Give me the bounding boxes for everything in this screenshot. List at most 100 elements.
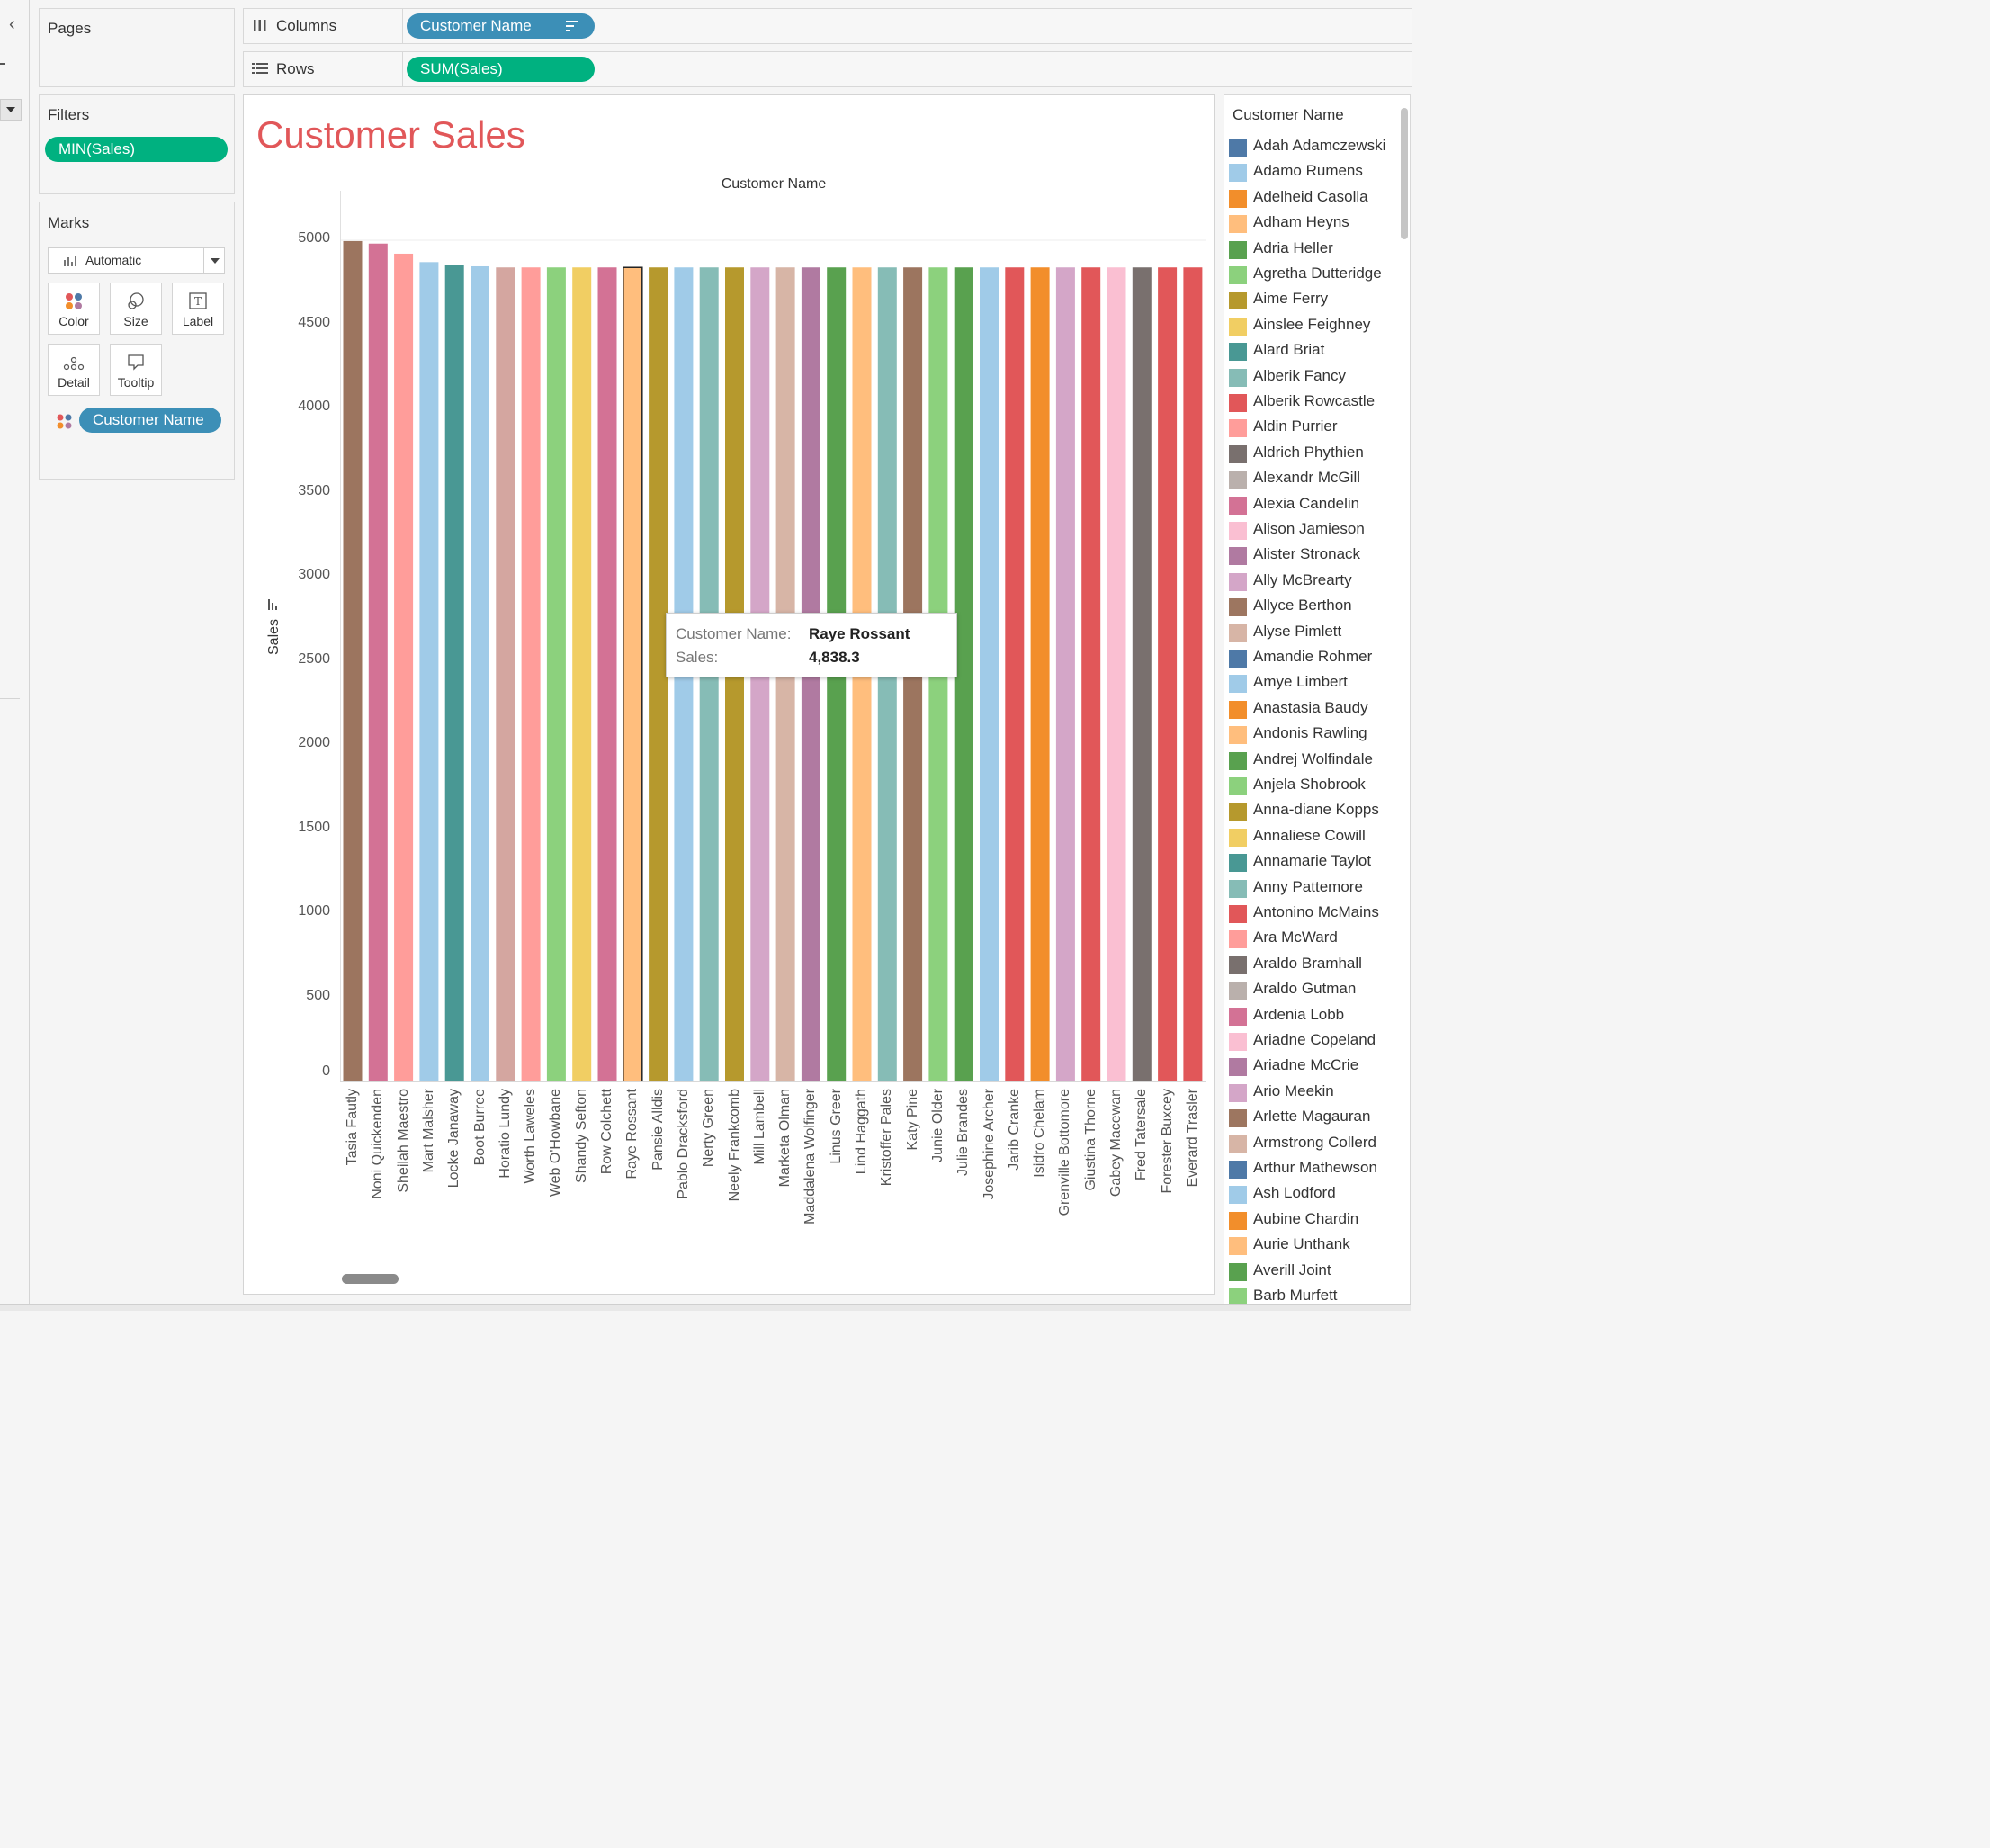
bar[interactable]	[394, 253, 414, 1082]
legend-swatch	[1229, 854, 1247, 873]
bar[interactable]	[471, 265, 489, 1081]
legend-scrollbar[interactable]	[1401, 108, 1408, 239]
legend-swatch	[1229, 444, 1247, 463]
legend-swatch	[1229, 419, 1247, 438]
marks-tooltip-button[interactable]: Tooltip	[110, 344, 162, 396]
legend-item-label: Aime Ferry	[1253, 290, 1329, 308]
legend-swatch	[1229, 905, 1247, 923]
marks-panel: Marks Automatic Color Size T Label Detai…	[39, 202, 235, 480]
tooltip-name-value: Raye Rossant	[809, 625, 910, 642]
bar[interactable]	[368, 243, 388, 1081]
marks-detail-button[interactable]: Detail	[48, 344, 100, 396]
x-tick-label: Forester Buxcey	[1159, 1089, 1175, 1194]
marks-color-button[interactable]: Color	[48, 283, 100, 335]
x-tick-label: Isidro Chelam	[1032, 1089, 1048, 1178]
legend-swatch	[1229, 803, 1247, 821]
legend-item-label: Alberik Rowcastle	[1253, 392, 1376, 409]
chevron-down-icon[interactable]	[211, 258, 220, 264]
columns-customer-name-pill[interactable]: Customer Name	[407, 13, 595, 39]
y-tick-label: 2500	[298, 650, 330, 667]
color-customer-name-pill[interactable]: Customer Name	[79, 408, 221, 433]
legend-item-label: Antonino McMains	[1253, 903, 1379, 920]
label-button-label: Label	[182, 314, 214, 328]
legend-swatch	[1229, 982, 1247, 1000]
bar[interactable]	[1132, 267, 1152, 1081]
legend-swatch	[1229, 1262, 1247, 1281]
bar[interactable]	[1183, 267, 1203, 1081]
bar[interactable]	[444, 265, 464, 1081]
filter-pill-min-sales[interactable]: MIN(Sales)	[45, 137, 228, 162]
bar[interactable]	[521, 267, 541, 1081]
legend-item-label: Annaliese Cowill	[1253, 826, 1366, 844]
x-tick-label: Maddalena Wolfinger	[802, 1089, 819, 1225]
size-button-label: Size	[123, 314, 148, 328]
collapse-chevron-icon[interactable]: ‹	[9, 14, 15, 35]
detail-button-label: Detail	[58, 375, 90, 390]
legend-swatch	[1229, 751, 1247, 770]
bar[interactable]	[1081, 267, 1101, 1081]
columns-shelf: Columns Customer Name	[243, 8, 1412, 44]
legend-item-label: Averill Joint	[1253, 1260, 1331, 1278]
bar[interactable]	[1158, 267, 1178, 1081]
y-tick-label: 500	[306, 987, 330, 1003]
select-divider	[203, 248, 204, 273]
bar[interactable]	[496, 267, 515, 1081]
x-tick-label: Gabey Macewan	[1108, 1089, 1124, 1198]
bar[interactable]	[572, 267, 592, 1081]
marks-title: Marks	[48, 214, 90, 231]
legend-item-label: Alexandr McGill	[1253, 469, 1361, 487]
legend-item-label: Alberik Fancy	[1253, 366, 1346, 384]
legend-item-label: Agretha Dutteridge	[1253, 265, 1382, 282]
marks-size-button[interactable]: Size	[110, 283, 162, 335]
bar[interactable]	[419, 262, 439, 1081]
color-dots-icon	[66, 293, 82, 309]
legend-item-label: Aldin Purrier	[1253, 417, 1338, 435]
tooltip-button-label: Tooltip	[117, 375, 155, 390]
pages-panel[interactable]: Pages	[39, 8, 235, 87]
mark-type-select[interactable]: Automatic	[48, 247, 225, 274]
color-legend[interactable]: Customer Name Adah Adamczewski Adamo Rume…	[1224, 94, 1411, 1310]
horizontal-scrollbar[interactable]	[342, 1269, 1206, 1288]
x-tick-label: Shandy Sefton	[573, 1089, 589, 1183]
bar[interactable]	[1107, 267, 1126, 1081]
legend-swatch	[1229, 955, 1247, 974]
x-tick-label: Mill Lambell	[751, 1089, 767, 1165]
sheet-tabs-bar	[0, 1304, 1411, 1311]
legend-item-label: Alexia Candelin	[1253, 494, 1360, 512]
rows-sum-sales-pill[interactable]: SUM(Sales)	[407, 57, 595, 82]
label-text-icon: T	[189, 292, 207, 309]
rows-icon	[252, 63, 268, 74]
bar[interactable]	[1005, 267, 1025, 1081]
strip-dropdown-icon[interactable]	[0, 99, 22, 121]
legend-item-label: Ardenia Lobb	[1253, 1005, 1345, 1023]
bar[interactable]	[649, 267, 668, 1081]
filters-panel[interactable]: Filters MIN(Sales)	[39, 94, 235, 194]
horizontal-scroll-thumb[interactable]	[342, 1274, 399, 1284]
x-tick-label: Row Colchett	[599, 1089, 614, 1175]
columns-icon	[254, 20, 266, 31]
y-tick-label: 1500	[298, 819, 330, 835]
x-tick-label: Neely Frankcomb	[726, 1089, 742, 1202]
sort-descending-icon[interactable]	[565, 20, 579, 32]
bar[interactable]	[597, 267, 617, 1081]
bar[interactable]	[980, 267, 999, 1081]
marks-label-button[interactable]: T Label	[172, 283, 224, 335]
y-tick-label: 4000	[298, 399, 330, 414]
x-tick-label: Worth Laweles	[523, 1089, 539, 1184]
legend-item-label: Andonis Rawling	[1253, 724, 1367, 742]
legend-swatch	[1229, 1058, 1247, 1077]
left-collapsed-strip	[0, 0, 30, 1310]
x-tick-label: Sheilah Maestro	[395, 1089, 411, 1193]
bar[interactable]	[1030, 267, 1050, 1081]
legend-swatch	[1229, 1033, 1247, 1051]
bar[interactable]	[343, 240, 363, 1081]
legend-swatch	[1229, 343, 1247, 362]
legend-item-label: Adah Adamczewski	[1253, 137, 1386, 154]
strip-divider	[0, 63, 5, 65]
bar[interactable]	[1055, 267, 1075, 1081]
legend-item-label: Anna-diane Kopps	[1253, 801, 1379, 819]
x-tick-label: Kristoffer Pales	[879, 1089, 895, 1187]
x-tick-label: Locke Janaway	[446, 1089, 462, 1189]
bar[interactable]	[623, 266, 643, 1082]
bar[interactable]	[546, 267, 566, 1081]
